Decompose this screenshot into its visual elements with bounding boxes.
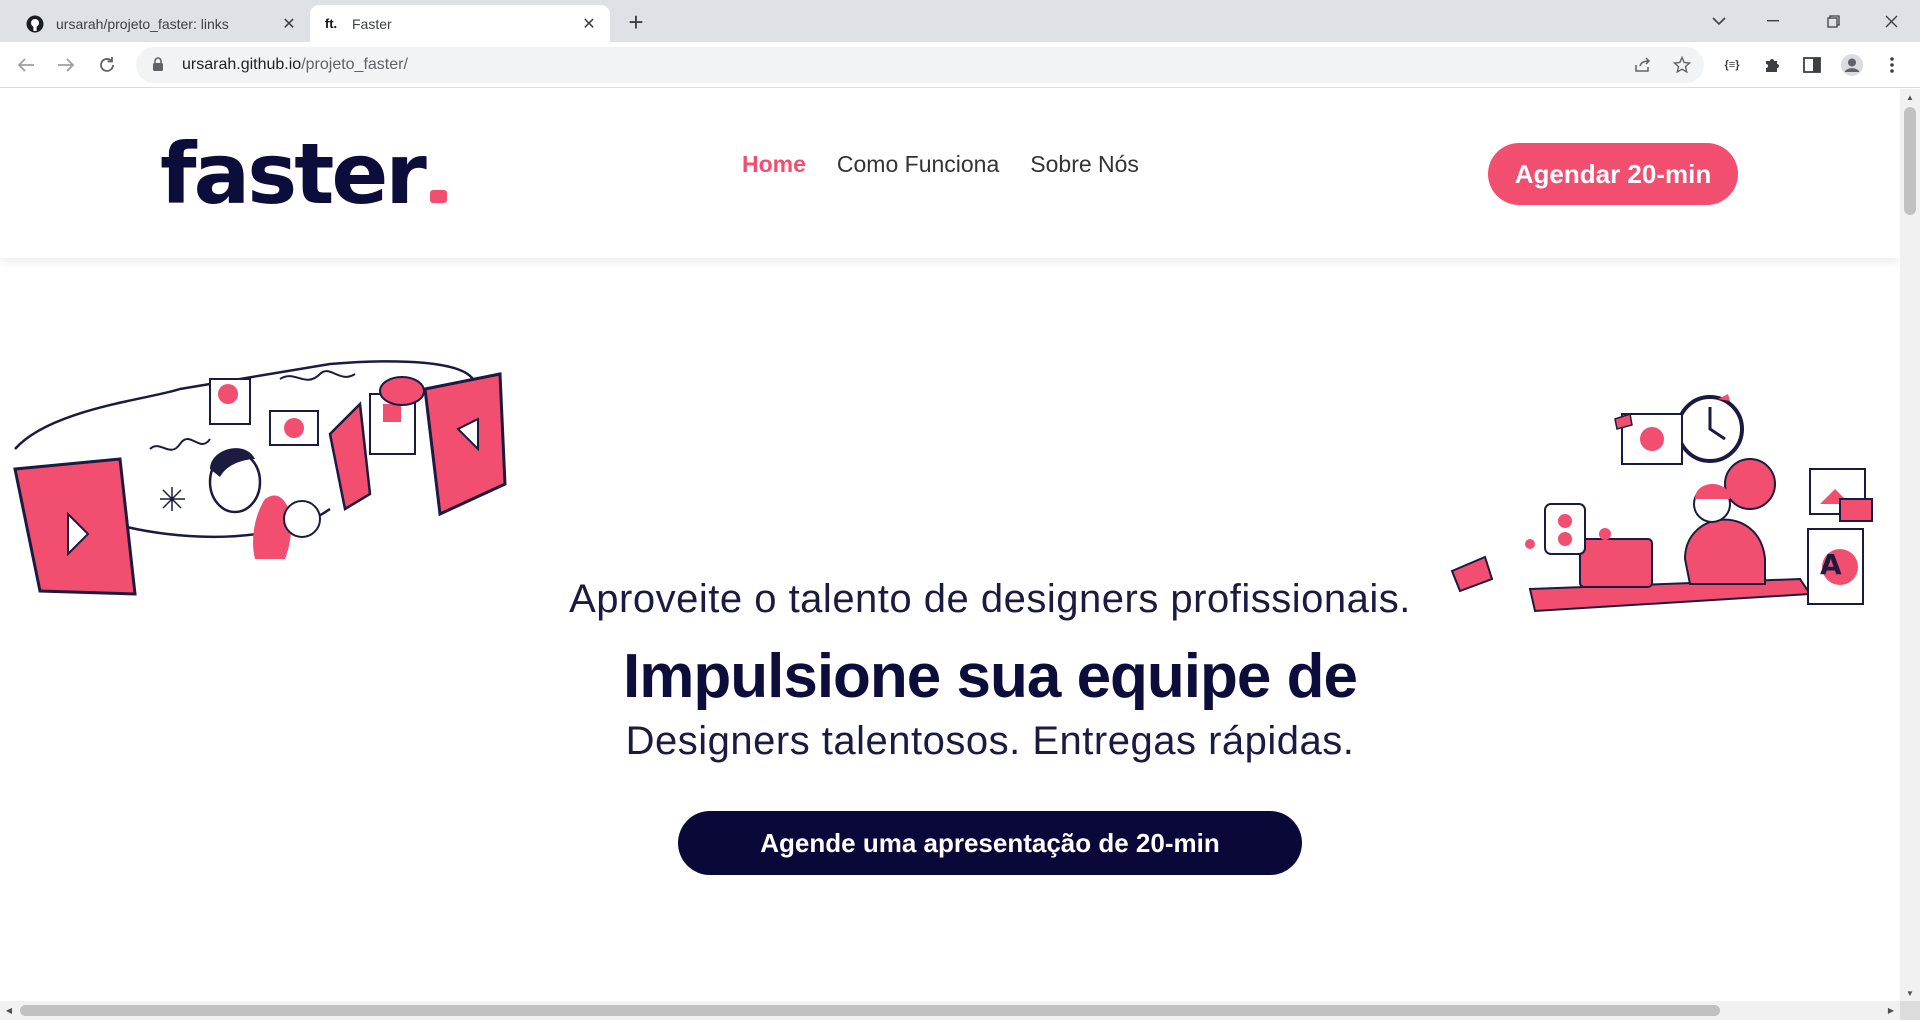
tab-github[interactable]: ursarah/projeto_faster: links ✕ [14,5,310,42]
share-icon[interactable] [1629,51,1657,79]
scroll-left-icon[interactable]: ◀ [0,1001,18,1020]
address-bar[interactable]: ursarah.github.io/projeto_faster/ [136,47,1704,83]
json-viewer-extension-icon[interactable]: {≡} [1718,51,1746,79]
browser-toolbar: ursarah.github.io/projeto_faster/ {≡} [0,42,1920,88]
tab-faster[interactable]: ft. Faster ✕ [310,5,610,42]
hero-subtitle: Aproveite o talento de designers profiss… [569,577,1411,621]
site-header: faster Home Como Funciona Sobre Nós Agen… [0,89,1900,258]
new-tab-button[interactable]: + [620,7,652,37]
url-domain: ursarah.github.io [182,56,302,73]
browser-tab-bar: ursarah/projeto_faster: links ✕ ft. Fast… [0,0,1920,42]
nav-link-home[interactable]: Home [742,151,806,178]
profile-avatar-icon[interactable] [1838,51,1866,79]
minimize-icon[interactable] [1750,0,1796,42]
horizontal-scroll-thumb[interactable] [20,1005,1720,1016]
close-icon[interactable]: ✕ [280,15,298,33]
page-viewport: faster Home Como Funciona Sobre Nós Agen… [0,89,1900,1001]
header-schedule-button[interactable]: Agendar 20-min [1488,143,1738,205]
faster-favicon: ft. [324,16,338,31]
close-icon[interactable]: ✕ [580,15,598,33]
logo-text: faster [160,125,427,223]
back-icon[interactable] [10,49,42,81]
scroll-up-icon[interactable]: ▲ [1900,89,1920,105]
hero-title: Impulsione sua equipe de [623,642,1358,711]
main-nav: Home Como Funciona Sobre Nós [742,151,1139,178]
scroll-right-icon[interactable]: ▶ [1882,1001,1900,1020]
logo-dot [429,190,447,203]
vertical-scrollbar[interactable]: ▲ ▼ [1900,89,1920,1001]
lock-icon [152,57,168,73]
menu-kebab-icon[interactable] [1878,51,1906,79]
vertical-scroll-thumb[interactable] [1904,107,1916,215]
scroll-down-icon[interactable]: ▼ [1900,985,1920,1001]
horizontal-scrollbar[interactable]: ◀ ▶ [0,1001,1900,1020]
bookmark-star-icon[interactable] [1668,51,1696,79]
nav-link-sobre-nos[interactable]: Sobre Nós [1030,151,1139,178]
hero-tagline: Designers talentosos. Entregas rápidas. [625,719,1355,763]
tab-search-icon[interactable] [1696,0,1742,42]
tab-title: Faster [352,15,392,32]
forward-icon[interactable] [50,49,82,81]
hero-schedule-button[interactable]: Agende uma apresentação de 20-min [678,811,1302,875]
extensions-puzzle-icon[interactable] [1758,51,1786,79]
nav-link-como-funciona[interactable]: Como Funciona [837,151,999,178]
reload-icon[interactable] [91,49,123,81]
tab-title: ursarah/projeto_faster: links [56,15,229,32]
restore-icon[interactable] [1810,0,1856,42]
side-panel-icon[interactable] [1798,51,1826,79]
site-logo[interactable]: faster [160,129,447,219]
left-hero-illustration [13,360,507,596]
url-path: /projeto_faster/ [301,56,408,73]
scrollbar-corner [1900,1001,1920,1020]
github-icon [26,15,44,33]
window-close-icon[interactable] [1868,0,1914,42]
